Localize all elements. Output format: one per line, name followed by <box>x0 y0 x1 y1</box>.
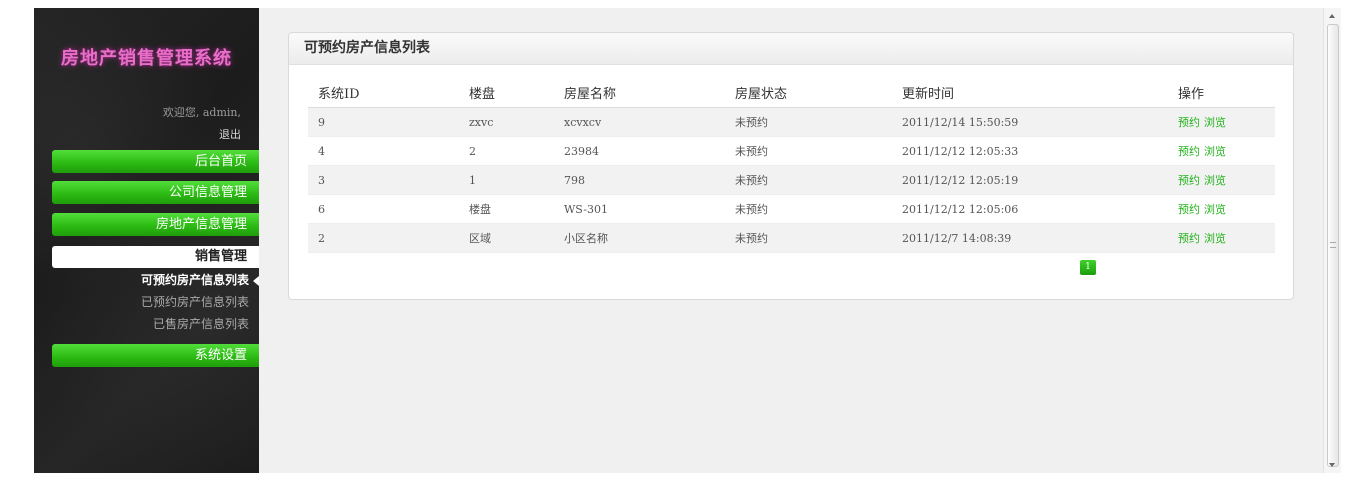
table-row: 2 区域 小区名称 未预约 2011/12/7 14:08:39 预约 浏览 <box>308 223 1275 253</box>
app-window: 房地产销售管理系统 欢迎您, admin, 退出 后台首页 公司信息管理 房地产… <box>0 0 1361 483</box>
cell-updated: 2011/12/7 14:08:39 <box>892 223 1168 253</box>
sidebar-item-sold-list[interactable]: 已售房产信息列表 <box>34 315 259 332</box>
cell-building: 楼盘 <box>459 194 554 224</box>
logout-link[interactable]: 退出 <box>219 126 241 142</box>
cell-actions: 预约 浏览 <box>1168 136 1275 166</box>
cell-actions: 预约 浏览 <box>1168 165 1275 195</box>
table-row: 6 楼盘 WS-301 未预约 2011/12/12 12:05:06 预约 浏览 <box>308 194 1275 224</box>
column-header-updated: 更新时间 <box>892 77 1168 108</box>
cell-updated: 2011/12/12 12:05:06 <box>892 194 1168 224</box>
sidebar-item-label: 已预约房产信息列表 <box>140 295 249 309</box>
view-link[interactable]: 浏览 <box>1204 116 1226 129</box>
panel-title: 可预约房产信息列表 <box>289 33 1293 65</box>
cell-name: 小区名称 <box>554 223 725 253</box>
view-link[interactable]: 浏览 <box>1204 174 1226 187</box>
column-header-name: 房屋名称 <box>554 77 725 108</box>
column-header-id: 系统ID <box>308 77 459 108</box>
pagination-page-button[interactable]: 1 <box>1080 260 1096 275</box>
table-header-row: 系统ID 楼盘 房屋名称 房屋状态 更新时间 操作 <box>308 77 1275 108</box>
column-header-building: 楼盘 <box>459 77 554 108</box>
cell-id: 9 <box>308 107 459 137</box>
nav-realestate-button[interactable]: 房地产信息管理 <box>52 213 259 236</box>
sidebar-item-label: 已售房产信息列表 <box>152 317 249 331</box>
column-header-actions: 操作 <box>1168 77 1275 108</box>
welcome-text: 欢迎您, admin, <box>162 106 241 119</box>
cell-updated: 2011/12/14 15:50:59 <box>892 107 1168 137</box>
table-row: 9 zxvc xcvxcv 未预约 2011/12/14 15:50:59 预约… <box>308 107 1275 137</box>
cell-id: 3 <box>308 165 459 195</box>
view-link[interactable]: 浏览 <box>1204 145 1226 158</box>
reserve-link[interactable]: 预约 <box>1178 203 1200 216</box>
cell-actions: 预约 浏览 <box>1168 194 1275 224</box>
sidebar-item-label: 可预约房产信息列表 <box>140 273 249 287</box>
table-row: 4 2 23984 未预约 2011/12/12 12:05:33 预约 浏览 <box>308 136 1275 166</box>
cell-updated: 2011/12/12 12:05:19 <box>892 165 1168 195</box>
cell-status: 未预约 <box>725 136 892 166</box>
scroll-up-arrow-icon[interactable] <box>1329 14 1335 18</box>
reserve-link[interactable]: 预约 <box>1178 232 1200 245</box>
cell-actions: 预约 浏览 <box>1168 107 1275 137</box>
reserve-link[interactable]: 预约 <box>1178 116 1200 129</box>
reserve-link[interactable]: 预约 <box>1178 174 1200 187</box>
column-header-status: 房屋状态 <box>725 77 892 108</box>
cell-id: 4 <box>308 136 459 166</box>
nav-settings-button[interactable]: 系统设置 <box>52 344 259 367</box>
view-link[interactable]: 浏览 <box>1204 232 1226 245</box>
sidebar: 房地产销售管理系统 欢迎您, admin, 退出 后台首页 公司信息管理 房地产… <box>34 8 259 473</box>
nav-company-button[interactable]: 公司信息管理 <box>52 181 259 204</box>
cell-actions: 预约 浏览 <box>1168 223 1275 253</box>
cell-updated: 2011/12/12 12:05:33 <box>892 136 1168 166</box>
sidebar-item-available-list[interactable]: 可预约房产信息列表 <box>34 271 259 288</box>
nav-home-button[interactable]: 后台首页 <box>52 150 259 173</box>
view-link[interactable]: 浏览 <box>1204 203 1226 216</box>
cell-status: 未预约 <box>725 107 892 137</box>
nav-sales-active[interactable]: 销售管理 <box>52 246 259 268</box>
cell-status: 未预约 <box>725 165 892 195</box>
grip-icon <box>1330 242 1336 248</box>
cell-name: xcvxcv <box>554 107 725 137</box>
cell-status: 未预约 <box>725 223 892 253</box>
cell-name: 798 <box>554 165 725 195</box>
vertical-scrollbar[interactable] <box>1323 8 1341 473</box>
cell-building: 2 <box>459 136 554 166</box>
sidebar-item-reserved-list[interactable]: 已预约房产信息列表 <box>34 293 259 310</box>
reserve-link[interactable]: 预约 <box>1178 145 1200 158</box>
listing-table: 系统ID 楼盘 房屋名称 房屋状态 更新时间 操作 9 zxvc xcvxcv … <box>308 77 1275 253</box>
app-title: 房地产销售管理系统 <box>61 48 232 69</box>
cell-id: 6 <box>308 194 459 224</box>
list-panel: 可预约房产信息列表 系统ID 楼盘 房屋名称 房屋状态 更新时间 操作 9 zx… <box>288 32 1294 300</box>
table-row: 3 1 798 未预约 2011/12/12 12:05:19 预约 浏览 <box>308 165 1275 195</box>
scrollbar-thumb[interactable] <box>1327 24 1339 467</box>
cell-id: 2 <box>308 223 459 253</box>
cell-status: 未预约 <box>725 194 892 224</box>
cell-name: 23984 <box>554 136 725 166</box>
cell-name: WS-301 <box>554 194 725 224</box>
cell-building: 区域 <box>459 223 554 253</box>
cell-building: 1 <box>459 165 554 195</box>
cell-building: zxvc <box>459 107 554 137</box>
scroll-down-arrow-icon[interactable] <box>1329 463 1335 467</box>
main-content: 可预约房产信息列表 系统ID 楼盘 房屋名称 房屋状态 更新时间 操作 9 zx… <box>259 8 1323 473</box>
